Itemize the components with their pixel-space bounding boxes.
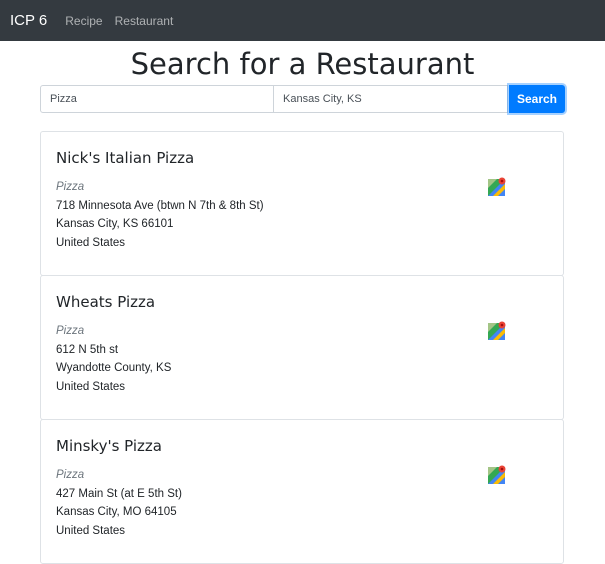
address-line: Wyandotte County, KS bbox=[56, 362, 172, 374]
search-location-input[interactable] bbox=[274, 85, 508, 113]
restaurant-details: Pizza 612 N 5th st Wyandotte County, KS … bbox=[56, 322, 171, 396]
nav-link-restaurant[interactable]: Restaurant bbox=[115, 14, 174, 28]
google-maps-icon[interactable] bbox=[487, 321, 507, 341]
google-maps-icon[interactable] bbox=[487, 465, 507, 485]
result-card: Minsky's Pizza Pizza 427 Main St (at E 5… bbox=[40, 419, 564, 564]
page-title: Search for a Restaurant bbox=[130, 47, 475, 81]
results-list: Nick's Italian Pizza Pizza 718 Minnesota… bbox=[40, 131, 564, 564]
restaurant-details: Pizza 718 Minnesota Ave (btwn N 7th & 8t… bbox=[56, 178, 264, 252]
restaurant-name: Minsky's Pizza bbox=[56, 437, 162, 455]
restaurant-details: Pizza 427 Main St (at E 5th St) Kansas C… bbox=[56, 466, 182, 540]
search-button[interactable]: Search bbox=[509, 85, 565, 113]
restaurant-category: Pizza bbox=[56, 469, 85, 481]
address-line: 718 Minnesota Ave (btwn N 7th & 8th St) bbox=[56, 199, 264, 212]
address-line: United States bbox=[56, 380, 126, 393]
restaurant-category: Pizza bbox=[56, 325, 85, 337]
address-line: 427 Main St (at E 5th St) bbox=[56, 487, 182, 500]
restaurant-name: Nick's Italian Pizza bbox=[56, 149, 195, 167]
result-card: Wheats Pizza Pizza 612 N 5th st Wyandott… bbox=[40, 275, 564, 420]
address-line: Kansas City, MO 64105 bbox=[56, 506, 177, 518]
restaurant-name: Wheats Pizza bbox=[56, 293, 156, 311]
google-maps-icon[interactable] bbox=[487, 177, 507, 197]
navbar: ICP 6 Recipe Restaurant bbox=[0, 0, 605, 41]
address-line: Kansas City, KS 66101 bbox=[56, 218, 174, 230]
nav-link-recipe[interactable]: Recipe bbox=[65, 14, 102, 28]
address-line: 612 N 5th st bbox=[56, 343, 119, 356]
search-term-input[interactable] bbox=[40, 85, 274, 113]
navbar-brand[interactable]: ICP 6 bbox=[10, 12, 47, 29]
address-line: United States bbox=[56, 524, 126, 537]
restaurant-category: Pizza bbox=[56, 181, 85, 193]
result-card: Nick's Italian Pizza Pizza 718 Minnesota… bbox=[40, 131, 564, 276]
search-bar: Search bbox=[40, 85, 565, 113]
address-line: United States bbox=[56, 236, 126, 249]
